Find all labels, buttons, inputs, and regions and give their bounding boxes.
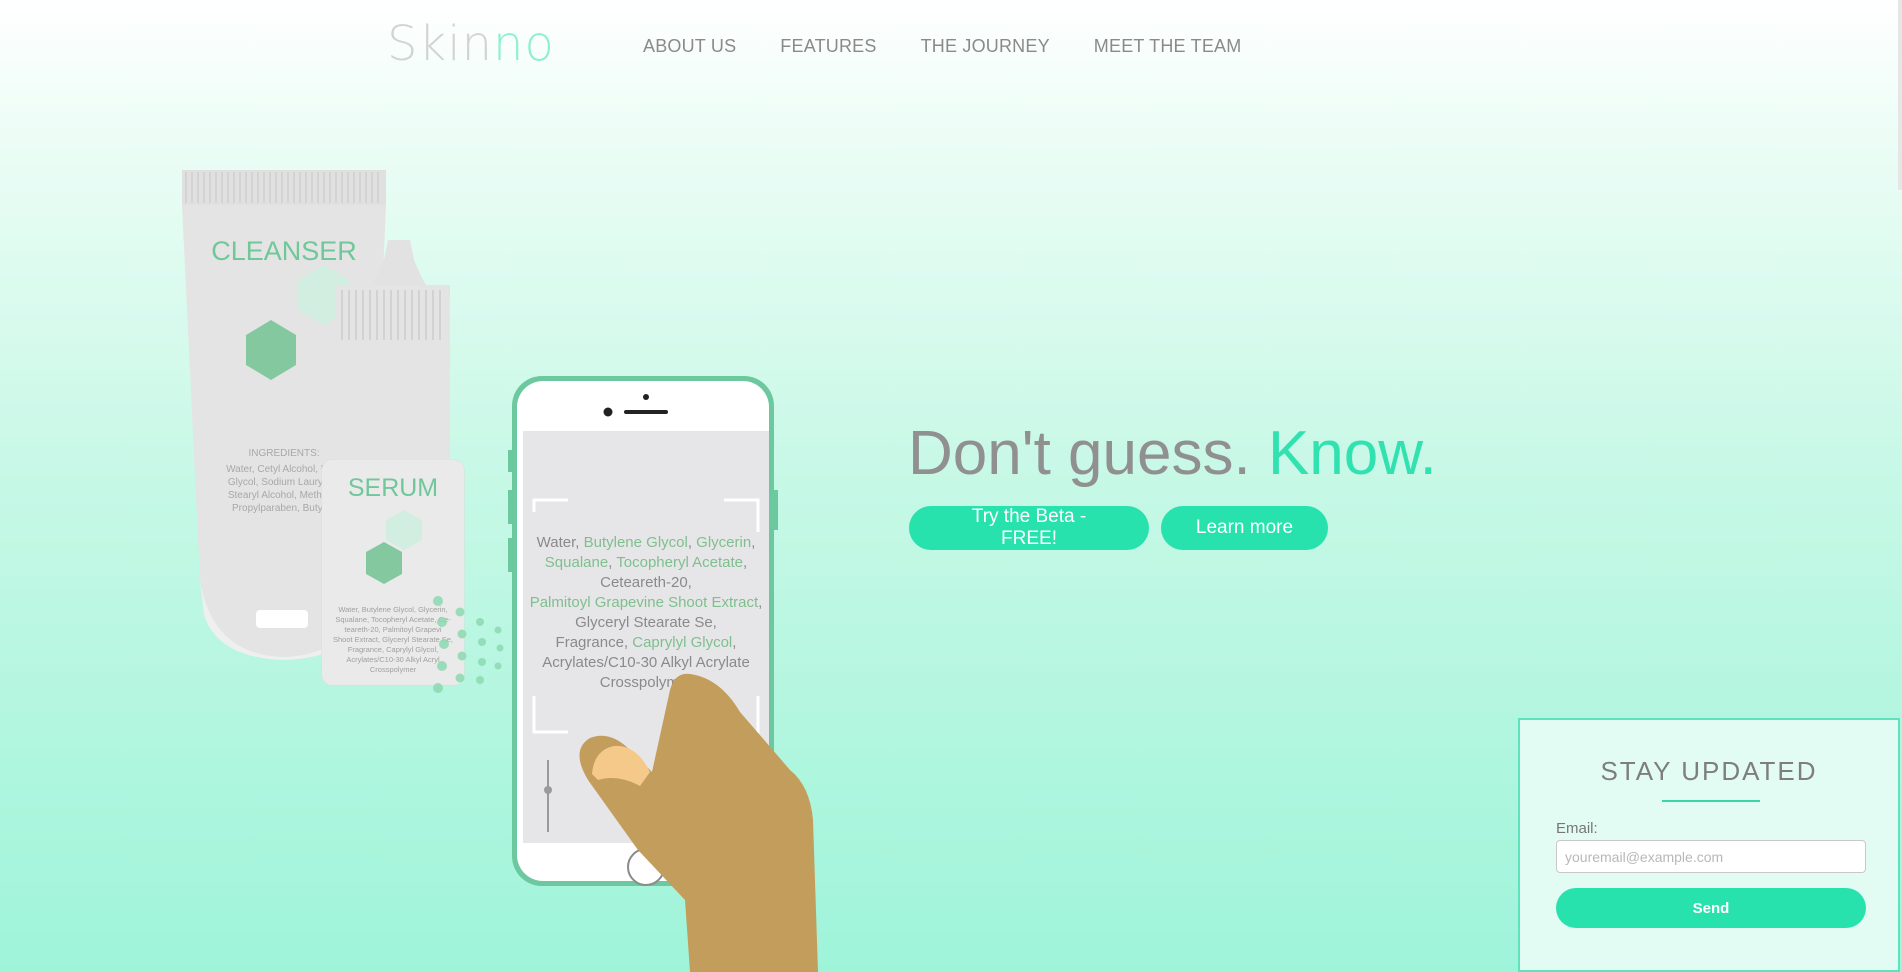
scanned-ingredients-line-6: Fragrance, Caprylyl Glycol, <box>556 634 737 651</box>
serum-label: SERUM <box>348 474 438 502</box>
email-label: Email: <box>1556 820 1598 837</box>
hero-cta-group: Try the Beta - FREE! Learn more <box>909 506 1328 550</box>
newsletter-title: STAY UPDATED <box>1600 756 1818 786</box>
newsletter-divider <box>1662 800 1760 802</box>
logo-text-part2: no <box>493 16 555 72</box>
scanned-ingredients-line-7: Acrylates/C10-30 Alkyl Acrylate <box>542 654 750 671</box>
hero-headline: Don't guess. Know. <box>908 418 1437 489</box>
scanned-ingredients-line-5: Glyceryl Stearate Se, <box>575 614 717 631</box>
nav-the-journey[interactable]: THE JOURNEY <box>921 36 1050 57</box>
nav-features[interactable]: FEATURES <box>780 36 876 57</box>
main-nav: ABOUT US FEATURES THE JOURNEY MEET THE T… <box>643 36 1241 57</box>
cleanser-label: CLEANSER <box>211 236 357 266</box>
cleanser-ingredients-heading: INGREDIENTS: <box>248 448 319 459</box>
serum-ingredients-line: Fragrance, Caprylyl Glycol, <box>348 645 438 654</box>
serum-ingredients-line: Shoot Extract, Glyceryl Stearate Se, <box>333 635 453 644</box>
hero-illustration: CLEANSER INGREDIENTS: Water, Cetyl Alcoh… <box>182 170 818 972</box>
hero-headline-part2: Know. <box>1267 419 1437 488</box>
nav-meet-the-team[interactable]: MEET THE TEAM <box>1094 36 1242 57</box>
scanned-ingredients-line-4: Palmitoyl Grapevine Shoot Extract, <box>530 594 763 611</box>
serum-ingredients-line: Crosspolymer <box>370 665 417 674</box>
hero-headline-part1: Don't guess. <box>908 419 1251 488</box>
send-button[interactable]: Send <box>1556 888 1866 928</box>
try-beta-button[interactable]: Try the Beta - FREE! <box>909 506 1149 550</box>
scanned-ingredients-line-3: Ceteareth-20, <box>600 574 692 591</box>
logo-text-part1: Skin <box>387 16 494 72</box>
page-scrollbar[interactable] <box>1898 0 1902 190</box>
serum-ingredients-line: Acrylates/C10-30 Alkyl Acryl <box>346 655 440 664</box>
scanned-ingredients-line-1: Water, Butylene Glycol, Glycerin, <box>537 534 756 551</box>
scanned-ingredients-line-2: Squalane, Tocopheryl Acetate, <box>545 554 747 571</box>
newsletter-panel: STAY UPDATED Email: Send <box>1518 718 1900 972</box>
serum-ingredients-line: Water, Butylene Glycol, Glycerin, <box>338 605 447 614</box>
serum-ingredients-line: Squalane, Tocopheryl Acetate, Ce- <box>335 615 451 624</box>
nav-about-us[interactable]: ABOUT US <box>643 36 736 57</box>
serum-ingredients-line: teareth-20, Palmitoyl Grapevi <box>344 625 441 634</box>
email-input[interactable] <box>1556 840 1866 873</box>
brand-logo[interactable]: Skinno <box>387 16 555 72</box>
learn-more-button[interactable]: Learn more <box>1161 506 1328 550</box>
cleanser-ingredients-line: Propylparaben, Butylpa <box>232 503 336 514</box>
